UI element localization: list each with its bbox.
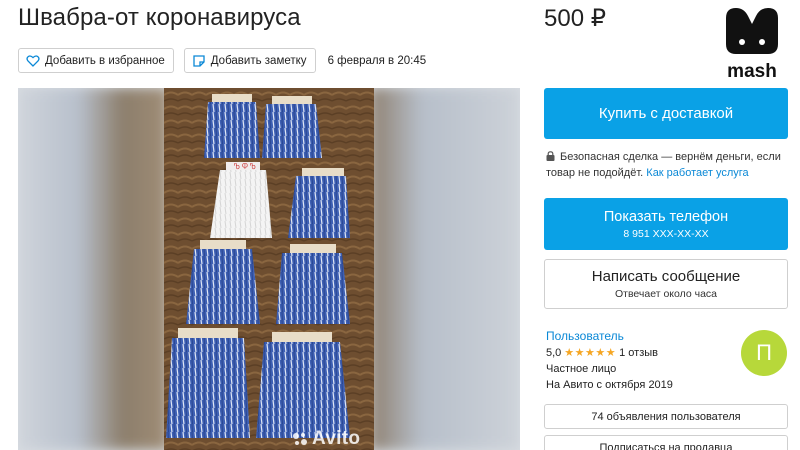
show-phone-button[interactable]: Показать телефон 8 951 XXX-XX-XX <box>544 198 788 250</box>
add-note-button[interactable]: Добавить заметку <box>183 48 316 73</box>
seller-name[interactable]: Пользователь <box>546 328 736 344</box>
seller-avatar[interactable]: П <box>741 330 787 376</box>
show-phone-label: Показать телефон <box>603 208 729 225</box>
gallery-blur-right <box>370 88 520 450</box>
seller-info: Пользователь 5,0 ★★★★★ 1 отзыв Частное лиц… <box>546 328 736 393</box>
write-message-label: Написать сообщение <box>591 268 741 285</box>
safe-deal-link[interactable]: Как работает услуга <box>646 167 748 179</box>
seller-rating: 5,0 <box>546 347 562 359</box>
add-to-favorites-button[interactable]: Добавить в избранное <box>18 48 174 73</box>
avito-watermark: Avito <box>292 428 360 450</box>
phone-number: 8 951 XXX-XX-XX <box>623 227 709 240</box>
add-to-favorites-label: Добавить в избранное <box>45 54 165 67</box>
lock-icon <box>546 151 555 161</box>
gallery-blur-left <box>18 88 168 450</box>
write-message-button[interactable]: Написать сообщение Отвечает около часа <box>544 259 788 309</box>
watermark-text: Avito <box>312 428 361 449</box>
note-icon <box>193 54 205 67</box>
svg-text:Ⴊ Ⴔ Ⴊ: Ⴊ Ⴔ Ⴊ <box>234 163 256 171</box>
listing-price: 500 ₽ <box>544 5 606 32</box>
seller-ads-button[interactable]: 74 объявления пользователя <box>544 404 788 429</box>
add-note-label: Добавить заметку <box>210 54 307 67</box>
mop-heads-image: Ⴊ Ⴔ Ⴊ <box>164 88 374 450</box>
listing-photo[interactable]: Ⴊ Ⴔ Ⴊ <box>164 88 374 450</box>
rating-stars: ★★★★★ <box>564 347 617 359</box>
seller-reviews[interactable]: 1 отзыв <box>619 347 658 359</box>
listing-toolbar: Добавить в избранное Добавить заметку 6 … <box>18 48 426 73</box>
heart-icon <box>26 54 40 67</box>
response-time: Отвечает около часа <box>614 288 718 300</box>
listing-date: 6 февраля в 20:45 <box>327 54 427 67</box>
listing-title: Швабра-от коронавируса <box>18 4 301 31</box>
seller-type: Частное лицо <box>546 363 617 375</box>
mash-logo: mash <box>726 8 778 82</box>
subscribe-seller-button[interactable]: Подписаться на продавца <box>544 435 788 450</box>
avito-dots-icon <box>293 433 307 445</box>
seller-since: На Авито с октября 2019 <box>546 379 673 391</box>
seller-rating-row: 5,0 ★★★★★ 1 отзыв <box>546 345 736 361</box>
safe-deal-notice: Безопасная сделка — вернём деньги, если … <box>546 149 790 181</box>
photo-gallery[interactable]: Ⴊ Ⴔ Ⴊ Avito <box>18 88 520 450</box>
buy-with-delivery-button[interactable]: Купить с доставкой <box>544 88 788 139</box>
logo-text: mash <box>727 61 777 82</box>
